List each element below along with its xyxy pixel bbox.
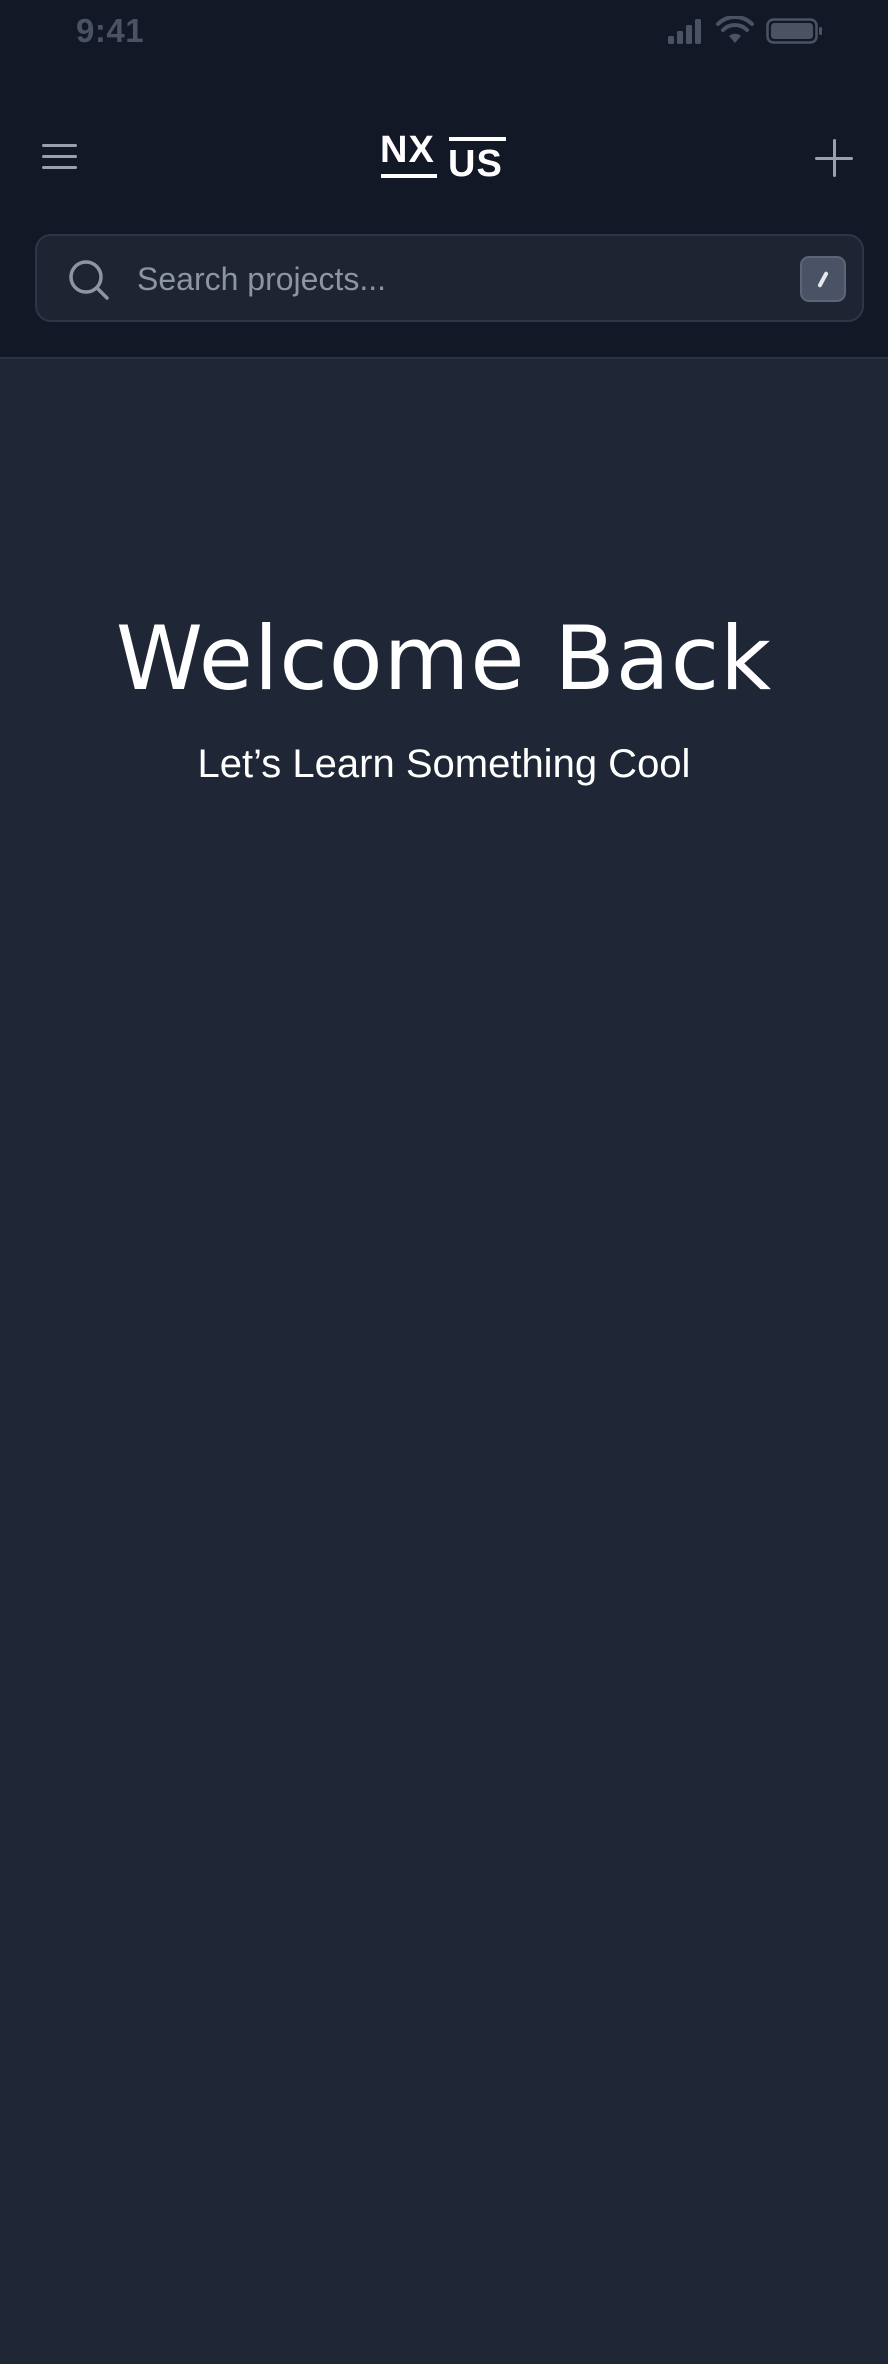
status-time: 9:41 — [76, 12, 145, 49]
logo-overline — [449, 137, 506, 141]
welcome-subtitle: Let’s Learn Something Cool — [197, 742, 691, 786]
menu-icon-bar — [42, 144, 77, 147]
slash-icon — [817, 271, 829, 288]
add-button[interactable] — [814, 138, 854, 178]
search-input[interactable] — [137, 254, 717, 304]
status-icons — [666, 16, 826, 46]
welcome-title: Welcome Back — [115, 607, 773, 710]
logo: NX US — [380, 129, 508, 185]
logo-text-nx: NX — [380, 129, 435, 171]
logo-text-us: US — [448, 143, 503, 185]
wifi-icon — [716, 16, 754, 43]
logo-underline — [381, 174, 437, 178]
menu-icon-bar — [42, 166, 77, 169]
signal-icon — [668, 19, 701, 44]
battery-icon — [766, 18, 822, 44]
shortcut-key-badge[interactable] — [800, 256, 846, 302]
app-header: 9:41 NX US — [0, 0, 888, 359]
search-icon — [69, 260, 109, 300]
search-bar[interactable] — [35, 234, 864, 322]
menu-button[interactable] — [40, 140, 80, 174]
menu-icon-bar — [42, 155, 77, 158]
